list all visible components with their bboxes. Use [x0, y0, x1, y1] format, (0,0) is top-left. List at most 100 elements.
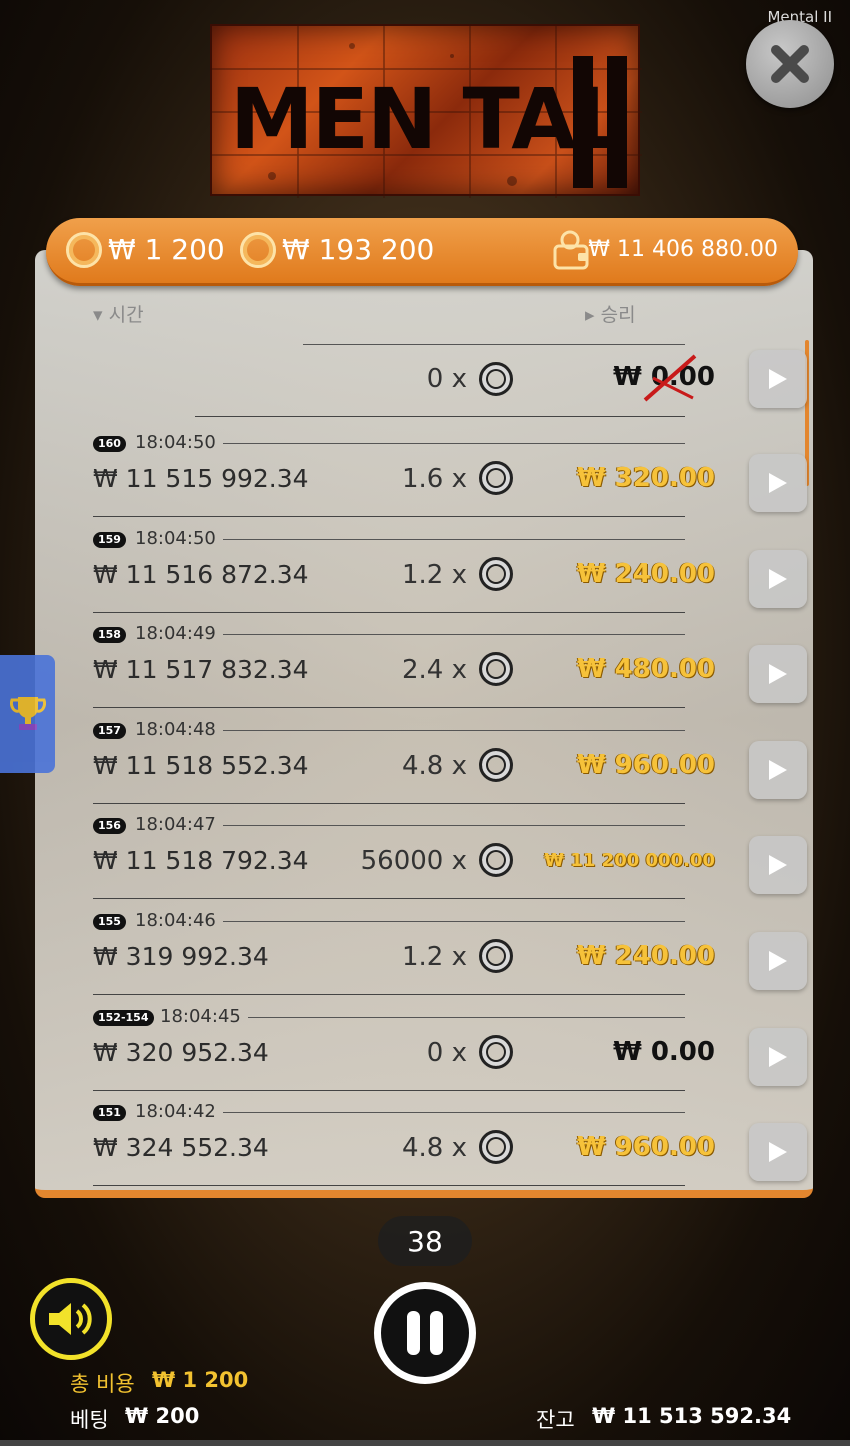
bet-label: 베팅: [70, 1408, 109, 1432]
play-icon: [769, 759, 787, 780]
spin-balance: ₩ 11 518 792.34: [93, 846, 309, 876]
sort-right-icon: ▸: [585, 304, 595, 326]
spin-id-badge: 160: [93, 436, 126, 452]
spin-id-badge: 158: [93, 627, 126, 644]
bet-amount: ₩ 1 200: [108, 233, 225, 266]
balance-value: ₩ 11 513 592.34: [592, 1404, 792, 1428]
replay-button[interactable]: [749, 454, 807, 512]
coin-icon: [479, 747, 513, 782]
coin-icon: [479, 362, 513, 396]
spin-balance: ₩ 319 992.34: [93, 942, 269, 971]
spin-id-badge: 159: [93, 531, 126, 548]
coin-icon: [479, 652, 513, 687]
history-row: 151 18:04:42 ₩ 324 552.34 4.8 x ₩ 960.00: [93, 1101, 807, 1190]
replay-button[interactable]: [749, 350, 807, 408]
history-row: 157 18:04:48 ₩ 11 518 552.34 4.8 x ₩ 960…: [93, 718, 807, 816]
balance-label: 잔고: [536, 1408, 575, 1432]
home-indicator-bar: [0, 1440, 850, 1446]
spin-id-badge: 156: [93, 818, 126, 835]
spin-time: 18:04:42: [135, 1101, 216, 1123]
spin-time: 18:04:49: [135, 623, 216, 645]
wallet-icon: [553, 230, 589, 270]
replay-button[interactable]: [749, 836, 807, 895]
replay-button[interactable]: [749, 1123, 807, 1182]
leaderboard-tab[interactable]: [0, 655, 55, 773]
sound-button[interactable]: [30, 1278, 112, 1360]
current-multiplier: 0 x: [426, 364, 467, 394]
history-panel[interactable]: ▾ 시간 ▸ 승리 0 x ₩ 0.00 160 18:04:50 ₩ 11 5…: [35, 250, 813, 1198]
play-icon: [769, 568, 787, 589]
history-row: 158 18:04:49 ₩ 11 517 832.34 2.4 x ₩ 480…: [93, 623, 807, 720]
spin-balance: ₩ 324 552.34: [93, 1133, 269, 1163]
play-icon: [769, 664, 787, 685]
autoplay-counter: 38: [378, 1216, 472, 1266]
spin-win: ₩ 240.00: [576, 941, 715, 971]
spin-balance: ₩ 11 515 992.34: [93, 464, 309, 493]
win-column-header[interactable]: ▸ 승리: [585, 300, 636, 327]
spin-balance: ₩ 320 952.34: [93, 1037, 269, 1067]
coin-icon: [479, 461, 513, 495]
history-row: 152-154 18:04:45 ₩ 320 952.34 0 x ₩ 0.00: [93, 1006, 807, 1103]
pause-button[interactable]: [374, 1282, 476, 1384]
replay-button[interactable]: [749, 645, 807, 704]
spin-win: ₩ 0.00: [613, 1036, 715, 1067]
play-icon: [769, 473, 787, 493]
total-cost-label: 총 비용: [70, 1372, 135, 1396]
history-row: 159 18:04:50 ₩ 11 516 872.34 1.2 x ₩ 240…: [93, 527, 807, 625]
spin-win: ₩ 11 200 000.00: [544, 850, 715, 872]
coin-icon: [479, 1034, 513, 1069]
spin-multiplier: 0 x: [426, 1037, 467, 1068]
top-status-bar: ₩ 1 200 ₩ 193 200 ₩ 11 406 880.00: [46, 218, 798, 286]
bet-value: ₩ 200: [125, 1404, 200, 1428]
coin-icon: [479, 939, 513, 973]
spin-time: 18:04:48: [135, 718, 216, 740]
spin-multiplier: 1.6 x: [402, 464, 467, 494]
trophy-icon: [9, 697, 46, 730]
spin-balance: ₩ 11 518 552.34: [93, 750, 309, 780]
replay-button[interactable]: [749, 549, 807, 608]
spin-id-badge: 152-154: [93, 1009, 154, 1026]
play-icon: [769, 1142, 787, 1163]
coin-icon: [66, 232, 102, 268]
spin-multiplier: 2.4 x: [402, 655, 467, 686]
play-icon: [769, 951, 787, 971]
replay-button[interactable]: [749, 932, 807, 990]
spin-win: ₩ 480.00: [576, 654, 715, 685]
spin-win: ₩ 320.00: [576, 463, 715, 493]
coin-icon: [479, 1130, 513, 1165]
total-win-amount: ₩ 193 200: [282, 233, 435, 266]
wallet-balance: ₩ 11 406 880.00: [588, 237, 778, 262]
total-cost-value: ₩ 1 200: [152, 1368, 249, 1392]
logo-roman-numeral: [573, 56, 627, 188]
history-row: 160 18:04:50 ₩ 11 515 992.34 1.6 x ₩ 320…: [93, 432, 807, 529]
coin-icon: [240, 232, 276, 268]
replay-button[interactable]: [749, 740, 807, 799]
history-row: 155 18:04:46 ₩ 319 992.34 1.2 x ₩ 240.00: [93, 910, 807, 1007]
spin-multiplier: 4.8 x: [402, 1133, 467, 1164]
spin-id-badge: 157: [93, 722, 126, 739]
close-icon: [771, 45, 809, 83]
spin-win: ₩ 240.00: [576, 558, 715, 589]
spin-time: 18:04:46: [135, 910, 216, 931]
play-icon: [769, 855, 787, 876]
play-icon: [769, 369, 787, 389]
replay-button[interactable]: [749, 1027, 807, 1086]
loss-slash-icon: [643, 354, 697, 402]
spin-balance: ₩ 11 517 832.34: [93, 655, 309, 685]
pause-icon: [407, 1311, 443, 1355]
game-logo: MEN TAL: [210, 24, 642, 198]
play-icon: [769, 1046, 787, 1067]
sort-down-icon: ▾: [93, 304, 103, 326]
time-column-header[interactable]: ▾ 시간: [93, 300, 144, 327]
spin-time: 18:04:47: [135, 814, 216, 836]
spin-multiplier: 56000 x: [360, 846, 467, 877]
close-button[interactable]: [746, 20, 834, 108]
spin-multiplier: 1.2 x: [402, 559, 467, 590]
spin-id-badge: 151: [93, 1105, 126, 1122]
speaker-icon: [49, 1303, 92, 1335]
spin-balance: ₩ 11 516 872.34: [93, 559, 309, 589]
spin-time: 18:04:50: [135, 432, 216, 453]
current-spin-row: 0 x ₩ 0.00: [93, 344, 807, 439]
spin-win: ₩ 960.00: [576, 1132, 715, 1163]
spin-time: 18:04:50: [135, 527, 216, 549]
